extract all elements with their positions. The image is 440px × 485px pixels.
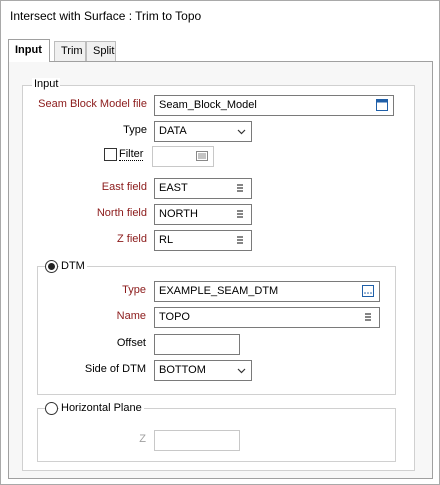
type-select[interactable]: DATA bbox=[154, 121, 252, 142]
offset-label: Offset bbox=[116, 337, 146, 349]
filter-input[interactable] bbox=[152, 146, 214, 167]
input-group: Input Seam Block Model file Seam_Block_M… bbox=[22, 78, 415, 471]
input-tab-panel: Input Seam Block Model file Seam_Block_M… bbox=[8, 61, 433, 479]
dtm-group-legend: DTM bbox=[59, 260, 87, 272]
file-browse-icon[interactable] bbox=[376, 99, 388, 111]
offset-input[interactable] bbox=[154, 334, 240, 355]
filter-label: Filter bbox=[119, 148, 144, 161]
side-of-dtm-value: BOTTOM bbox=[159, 364, 206, 376]
dtm-group: DTM Type EXAMPLE_SEAM_DTM Name TOPO Offs… bbox=[37, 260, 396, 395]
seam-block-model-file-label: Seam Block Model file bbox=[38, 98, 147, 110]
dialog-window: Intersect with Surface : Trim to Topo In… bbox=[0, 0, 440, 485]
list-icon[interactable] bbox=[362, 311, 374, 323]
tab-trim[interactable]: Trim bbox=[54, 41, 86, 61]
tab-split[interactable]: Split bbox=[86, 41, 116, 61]
dtm-name-value: TOPO bbox=[159, 311, 190, 323]
side-of-dtm-label: Side of DTM bbox=[84, 363, 146, 375]
z-label: Z bbox=[139, 433, 146, 445]
dtm-name-input[interactable]: TOPO bbox=[154, 307, 380, 328]
list-icon[interactable] bbox=[234, 234, 246, 246]
chevron-down-icon bbox=[237, 129, 246, 135]
seam-block-model-file-input[interactable]: Seam_Block_Model bbox=[154, 95, 394, 116]
chevron-down-icon bbox=[237, 368, 246, 374]
filter-expression-icon[interactable] bbox=[196, 150, 208, 162]
input-group-legend: Input bbox=[32, 78, 61, 90]
dtm-type-label: Type bbox=[122, 284, 146, 296]
z-input[interactable] bbox=[154, 430, 240, 451]
list-icon[interactable] bbox=[234, 208, 246, 220]
tab-input[interactable]: Input bbox=[8, 39, 50, 62]
north-field-input[interactable]: NORTH bbox=[154, 204, 252, 225]
horizontal-plane-radio[interactable] bbox=[45, 402, 58, 415]
north-field-value: NORTH bbox=[159, 208, 198, 220]
z-field-value: RL bbox=[159, 234, 174, 246]
east-field-value: EAST bbox=[159, 182, 188, 194]
east-field-input[interactable]: EAST bbox=[154, 178, 252, 199]
window-title: Intersect with Surface : Trim to Topo bbox=[10, 9, 202, 23]
z-field-label: Z field bbox=[117, 233, 147, 245]
filter-checkbox[interactable] bbox=[104, 148, 117, 161]
seam-block-model-file-value: Seam_Block_Model bbox=[159, 99, 257, 111]
browse-icon[interactable] bbox=[362, 285, 374, 297]
horizontal-plane-group-legend: Horizontal Plane bbox=[59, 402, 144, 414]
type-label: Type bbox=[123, 124, 147, 136]
list-icon[interactable] bbox=[234, 182, 246, 194]
dtm-type-value: EXAMPLE_SEAM_DTM bbox=[159, 285, 279, 297]
z-field-input[interactable]: RL bbox=[154, 230, 252, 251]
dtm-name-label: Name bbox=[116, 310, 146, 322]
type-select-value: DATA bbox=[159, 125, 187, 137]
east-field-label: East field bbox=[101, 181, 147, 193]
north-field-label: North field bbox=[96, 207, 147, 219]
dtm-type-input[interactable]: EXAMPLE_SEAM_DTM bbox=[154, 281, 380, 302]
dtm-radio[interactable] bbox=[45, 260, 58, 273]
horizontal-plane-group: Horizontal Plane Z bbox=[37, 402, 396, 462]
side-of-dtm-select[interactable]: BOTTOM bbox=[154, 360, 252, 381]
